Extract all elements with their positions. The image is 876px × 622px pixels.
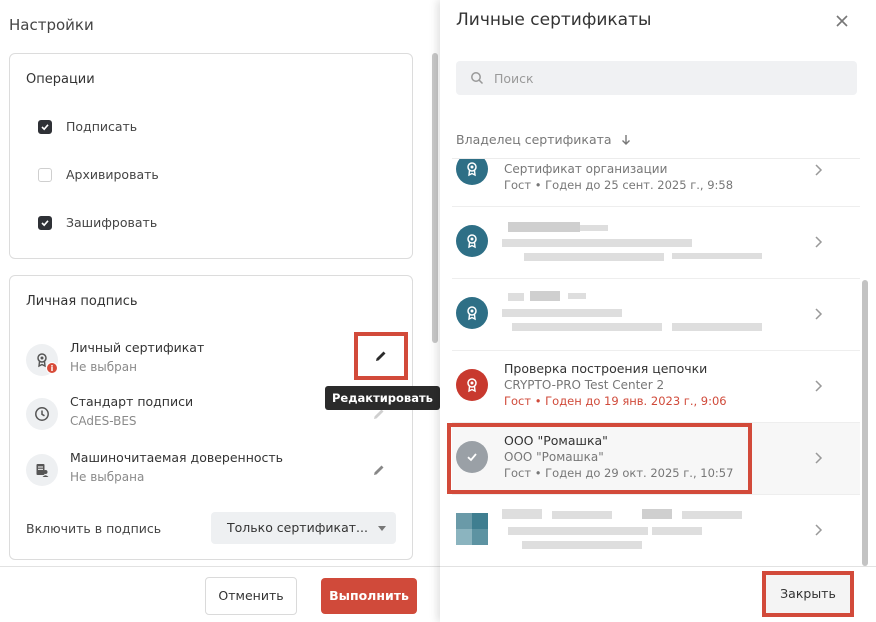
search-icon (471, 72, 484, 85)
cert-validity: Гост • Годен до 25 сент. 2025 г., 9:58 (504, 178, 734, 192)
cert-owner: Проверка построения цепочки (504, 361, 708, 376)
settings-panel: Настройки Операции Подписать Архивироват… (0, 0, 440, 622)
cert-validity: Гост • Годен до 19 янв. 2023 г., 9:06 (504, 394, 727, 408)
edit-tooltip: Редактировать (325, 386, 440, 410)
operations-card: Операции Подписать Архивировать Зашифров… (9, 53, 413, 259)
close-button[interactable]: Закрыть (762, 571, 854, 617)
pixelated-avatar (456, 513, 488, 545)
close-icon[interactable] (835, 13, 849, 27)
clock-icon (26, 398, 58, 430)
certificate-icon (456, 297, 488, 329)
certificate-item[interactable] (452, 495, 860, 567)
certificates-title: Личные сертификаты (456, 10, 652, 30)
certificate-item[interactable]: Сертификат организации Гост • Годен до 2… (452, 159, 860, 207)
certificate-item[interactable] (452, 279, 860, 351)
include-in-signature-label: Включить в подпись (26, 521, 162, 536)
checkbox-encrypt[interactable]: Зашифровать (38, 215, 157, 230)
certificate-list: Сертификат организации Гост • Годен до 2… (452, 158, 860, 568)
edit-pencil-icon[interactable] (372, 462, 388, 478)
sig-row-value: Не выбрана (70, 470, 145, 484)
certificate-list-scrollbar[interactable] (862, 280, 868, 566)
search-field (456, 61, 857, 95)
checkbox-label: Подписать (66, 119, 138, 134)
checkbox-checked-icon[interactable] (38, 215, 52, 230)
chevron-right-icon (815, 236, 823, 248)
arrow-down-icon (621, 134, 630, 145)
sort-label: Владелец сертификата (456, 132, 612, 147)
chevron-right-icon (815, 164, 823, 176)
run-button[interactable]: Выполнить (321, 578, 417, 614)
checkbox-archive[interactable]: Архивировать (38, 167, 159, 182)
search-input[interactable] (494, 61, 834, 95)
settings-title: Настройки (9, 16, 94, 34)
certificate-icon (456, 159, 488, 185)
personal-certificate-row[interactable]: i Личный сертификат Не выбран (26, 340, 396, 384)
chevron-right-icon (815, 524, 823, 536)
left-scrollbar[interactable] (432, 53, 438, 343)
chevron-right-icon (815, 380, 823, 392)
chevron-down-icon (378, 526, 386, 531)
sig-row-value: Не выбран (70, 360, 137, 374)
personal-certificates-panel: Личные сертификаты Владелец сертификата … (440, 0, 876, 622)
edit-certificate-button[interactable] (354, 332, 408, 380)
certificate-item[interactable]: Проверка построения цепочки CRYPTO-PRO T… (452, 351, 860, 423)
checkbox-label: Архивировать (66, 167, 159, 182)
checkbox-label: Зашифровать (66, 215, 158, 230)
sort-by-owner[interactable]: Владелец сертификата (456, 132, 632, 147)
cert-issuer: Сертификат организации (504, 162, 668, 176)
certificate-icon (456, 369, 488, 401)
checkbox-unchecked-icon[interactable] (38, 167, 52, 182)
machine-readable-poa-row[interactable]: Машиночитаемая доверенность Не выбрана (26, 450, 396, 494)
certificate-item[interactable] (452, 207, 860, 279)
error-badge-icon: i (46, 362, 58, 374)
sig-row-name: Личный сертификат (70, 340, 205, 355)
sig-row-name: Стандарт подписи (70, 394, 194, 409)
cert-issuer: CRYPTO-PRO Test Center 2 (504, 378, 665, 392)
edit-pencil-icon (376, 351, 386, 361)
sig-row-name: Машиночитаемая доверенность (70, 450, 284, 465)
selected-certificate-highlight (447, 423, 752, 494)
sig-row-value: CAdES-BES (70, 414, 137, 428)
cancel-button[interactable]: Отменить (205, 577, 297, 615)
document-person-icon (26, 454, 58, 486)
include-in-signature-select[interactable]: Только сертификат... (211, 512, 396, 544)
operations-title: Операции (26, 72, 95, 87)
chevron-right-icon (815, 308, 823, 320)
certificate-icon (456, 225, 488, 257)
personal-signature-title: Личная подпись (26, 294, 138, 309)
chevron-right-icon (815, 452, 823, 464)
include-select-value: Только сертификат... (227, 520, 368, 535)
checkbox-checked-icon[interactable] (38, 119, 52, 134)
checkbox-sign[interactable]: Подписать (38, 119, 137, 134)
